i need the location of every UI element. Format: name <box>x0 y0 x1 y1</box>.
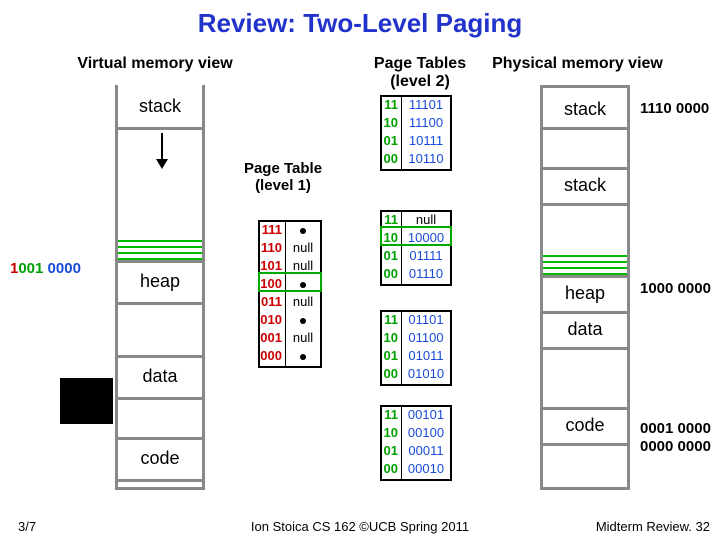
physical-label: Physical memory view <box>490 55 665 73</box>
pt2-label: Page Tables (level 2) <box>360 55 480 91</box>
page-title: Review: Two-Level Paging <box>0 8 720 39</box>
pm-code: code <box>543 407 627 443</box>
phys-addr-3b: 0000 0000 <box>640 438 711 455</box>
pm-stack2: stack <box>543 167 627 203</box>
virtual-memory-column: stack heap data code <box>115 85 205 490</box>
virtual-label: Virtual memory view <box>70 55 240 73</box>
virtual-address: 1001 0000 <box>10 260 81 277</box>
stack-growth-arrow <box>161 133 163 167</box>
vm-code: code <box>118 437 202 479</box>
pt1-label: Page Table (level 1) <box>228 160 338 194</box>
physical-memory-column: stack stack heap data code <box>540 85 630 490</box>
page-table-level2-1: 11null101000001011110001110 <box>380 210 452 286</box>
vm-data: data <box>118 355 202 397</box>
pm-stack1: stack <box>543 91 627 127</box>
phys-addr-2: 1000 0000 <box>640 280 711 297</box>
page-table-level2-3: 1100101100010001000110000010 <box>380 405 452 481</box>
vm-stack: stack <box>118 85 202 127</box>
vm-heap: heap <box>118 260 202 302</box>
pm-data: data <box>543 311 627 347</box>
black-patch <box>60 378 113 424</box>
footer-right: Midterm Review. 32 <box>596 519 710 534</box>
phys-addr-1: 1110 0000 <box>640 100 709 117</box>
page-table-level2-0: 1111101101110001101110010110 <box>380 95 452 171</box>
page-table-level1: 111110null101null100011null010001null000 <box>258 220 322 368</box>
page-table-level2-2: 1101101100110001010110001010 <box>380 310 452 386</box>
phys-addr-3a: 0001 0000 <box>640 420 711 437</box>
pm-heap: heap <box>543 275 627 311</box>
pm-heap-stripes <box>543 255 627 275</box>
heap-growth-stripes <box>118 240 202 260</box>
